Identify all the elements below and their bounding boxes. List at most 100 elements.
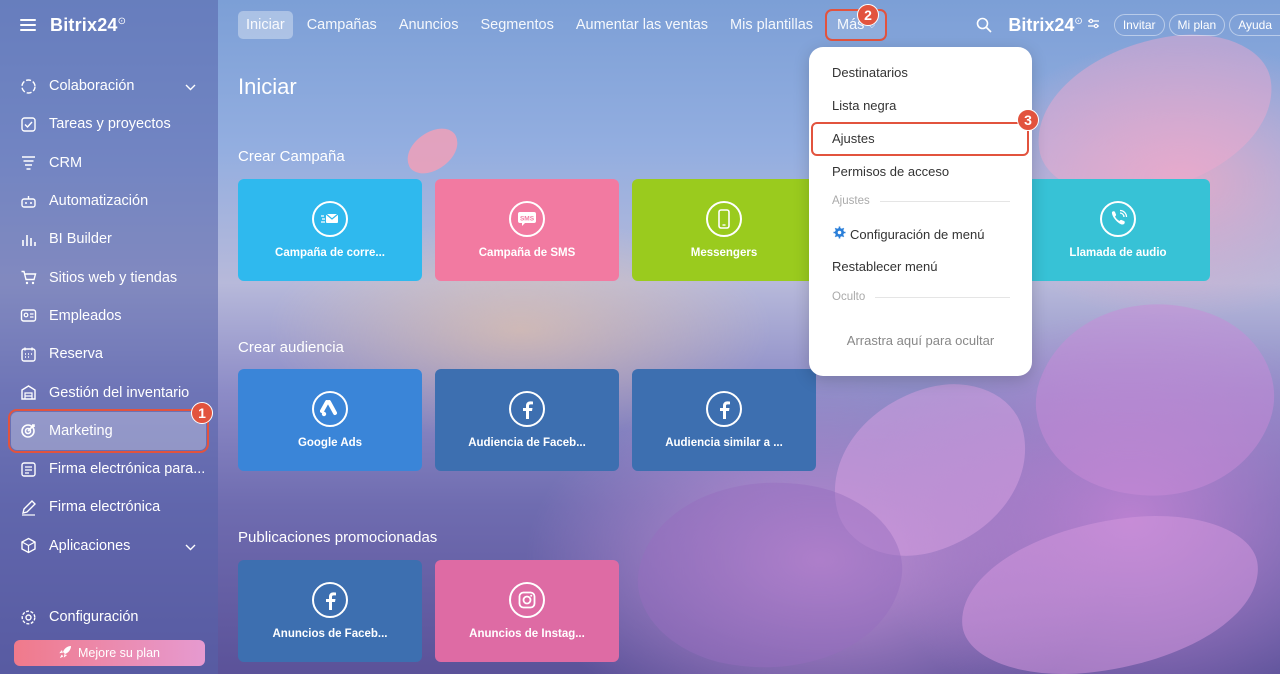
audio-call-icon (1100, 201, 1136, 237)
search-icon[interactable] (976, 17, 992, 33)
sidebar-header: Bitrix24⊙ (0, 0, 218, 50)
menu-item-settings[interactable]: Ajustes (832, 131, 875, 146)
flower-petal-decoration (399, 122, 466, 180)
menu-group-label: Oculto (832, 291, 866, 303)
sidebar-item-label: Colaboración (49, 78, 135, 95)
upgrade-plan-button[interactable]: Mejore su plan (14, 640, 205, 666)
section-title-create-campaign: Crear Campaña (238, 148, 345, 165)
tile-google-ads[interactable]: Google Ads (238, 369, 422, 471)
tab-segments[interactable]: Segmentos (469, 11, 564, 39)
sidebar-menu: Colaboración Tareas y proyectos CRM Auto… (0, 67, 218, 565)
menu-item-label: Configuración de menú (850, 226, 985, 242)
facebook-icon (706, 391, 742, 427)
tile-label: Google Ads (297, 437, 363, 449)
gear-icon (20, 609, 37, 626)
bi-builder-icon (20, 231, 37, 248)
tab-start[interactable]: Iniciar (238, 11, 293, 39)
tile-lookalike-audience[interactable]: Audiencia similar a ... (632, 369, 816, 471)
sidebar-item-esign[interactable]: Firma electrónica (0, 488, 218, 526)
menu-item-reset-menu[interactable]: Restablecer menú (832, 259, 938, 274)
gear-icon (833, 226, 846, 242)
menu-item-access-permissions[interactable]: Permisos de acceso (832, 164, 949, 179)
sidebar-item-label: Firma electrónica para... (49, 461, 206, 478)
sidebar-item-bi-builder[interactable]: BI Builder (0, 220, 218, 258)
sidebar-item-crm[interactable]: CRM (0, 144, 218, 182)
sidebar-item-label: Reserva (49, 346, 103, 363)
header-right: Bitrix24⊙ Invitar Mi plan Ayuda (976, 11, 1280, 39)
invite-button[interactable]: Invitar (1113, 14, 1165, 36)
upgrade-label: Mejore su plan (78, 646, 160, 660)
tile-facebook-ads[interactable]: Anuncios de Faceb... (238, 560, 422, 662)
tab-ads[interactable]: Anuncios (388, 11, 470, 39)
sidebar-item-marketing[interactable]: Marketing 1 (8, 401, 213, 453)
step-3-annotation-badge: 3 (1017, 109, 1039, 131)
sliders-icon[interactable] (1087, 16, 1100, 34)
chevron-down-icon[interactable] (185, 79, 196, 95)
tile-email-campaign[interactable]: Campaña de corre... (238, 179, 422, 281)
sidebar-item-label: CRM (49, 154, 83, 171)
brand-logo[interactable]: Bitrix24⊙ (50, 15, 126, 36)
inventory-icon (20, 384, 37, 401)
tile-label: Audiencia de Faceb... (468, 437, 586, 449)
menu-item-recipients[interactable]: Destinatarios (832, 65, 908, 80)
hidden-drop-zone[interactable]: Arrastra aquí para ocultar (809, 333, 1032, 348)
sidebar-item-esign-hr[interactable]: Firma electrónica para... (0, 450, 218, 488)
tab-boost-sales[interactable]: Aumentar las ventas (565, 11, 719, 39)
apps-icon (20, 537, 37, 554)
menu-group-settings: Ajustes (832, 195, 1010, 207)
sidebar-item-label: BI Builder (49, 231, 112, 248)
menu-group-label: Ajustes (832, 195, 870, 207)
google-ads-icon (312, 391, 348, 427)
facebook-icon (312, 582, 348, 618)
instagram-icon (509, 582, 545, 618)
sidebar-item-sites-stores[interactable]: Sitios web y tiendas (0, 258, 218, 296)
sidebar-item-apps[interactable]: Aplicaciones (0, 527, 218, 565)
sidebar-item-tasks[interactable]: Tareas y proyectos (0, 105, 218, 143)
tab-my-templates[interactable]: Mis plantillas (719, 11, 824, 39)
sidebar-item-collaboration[interactable]: Colaboración (0, 67, 218, 105)
sidebar-item-label: Firma electrónica (49, 499, 161, 516)
section-title-promoted-posts: Publicaciones promocionadas (238, 529, 438, 546)
chevron-down-icon[interactable] (185, 539, 196, 555)
header-brand-logo[interactable]: Bitrix24⊙ (1008, 15, 1082, 36)
sidebar-item-automation[interactable]: Automatización (0, 182, 218, 220)
divider (879, 200, 1010, 202)
sidebar-item-label: Gestión del inventario (49, 384, 190, 401)
sidebar-item-settings[interactable]: Configuración (0, 598, 138, 636)
tile-instagram-ads[interactable]: Anuncios de Instag... (435, 560, 619, 662)
section-title-create-audience: Crear audiencia (238, 339, 344, 356)
tile-label: Anuncios de Faceb... (272, 628, 388, 640)
rocket-icon (59, 645, 72, 661)
menu-item-blacklist[interactable]: Lista negra (832, 98, 896, 113)
collaboration-icon (20, 78, 37, 95)
menu-toggle-icon[interactable] (20, 19, 36, 31)
esign-icon (20, 461, 37, 478)
tile-messengers[interactable]: Messengers (632, 179, 816, 281)
tile-sms-campaign[interactable]: SMS Campaña de SMS (435, 179, 619, 281)
tile-label: Llamada de audio (1069, 247, 1167, 259)
sidebar-item-label: Aplicaciones (49, 537, 131, 554)
crm-icon (20, 154, 37, 171)
tile-facebook-audience[interactable]: Audiencia de Faceb... (435, 369, 619, 471)
sidebar-item-label: Marketing (49, 422, 113, 439)
sidebar-item-inventory[interactable]: Gestión del inventario (0, 373, 218, 411)
sidebar-item-booking[interactable]: Reserva (0, 335, 218, 373)
automation-icon (20, 193, 37, 210)
divider (875, 296, 1010, 298)
my-plan-button[interactable]: Mi plan (1168, 14, 1226, 36)
top-navigation: Iniciar Campañas Anuncios Segmentos Aume… (238, 9, 888, 41)
tile-label: Messengers (690, 247, 758, 259)
flower-decoration (1012, 266, 1280, 534)
cart-icon (20, 269, 37, 286)
phone-icon (706, 201, 742, 237)
page-title: Iniciar (238, 74, 297, 99)
sidebar-item-label: Sitios web y tiendas (49, 269, 178, 286)
tab-campaigns[interactable]: Campañas (296, 11, 388, 39)
help-button[interactable]: Ayuda (1229, 14, 1280, 36)
employees-icon (20, 307, 37, 324)
tile-audio-call[interactable]: Llamada de audio (1026, 179, 1210, 281)
menu-item-menu-config[interactable]: Configuración de menú (833, 226, 984, 242)
email-icon (312, 201, 348, 237)
sidebar-item-employees[interactable]: Empleados (0, 297, 218, 335)
more-dropdown-menu: Destinatarios Lista negra Ajustes Permis… (809, 47, 1032, 376)
